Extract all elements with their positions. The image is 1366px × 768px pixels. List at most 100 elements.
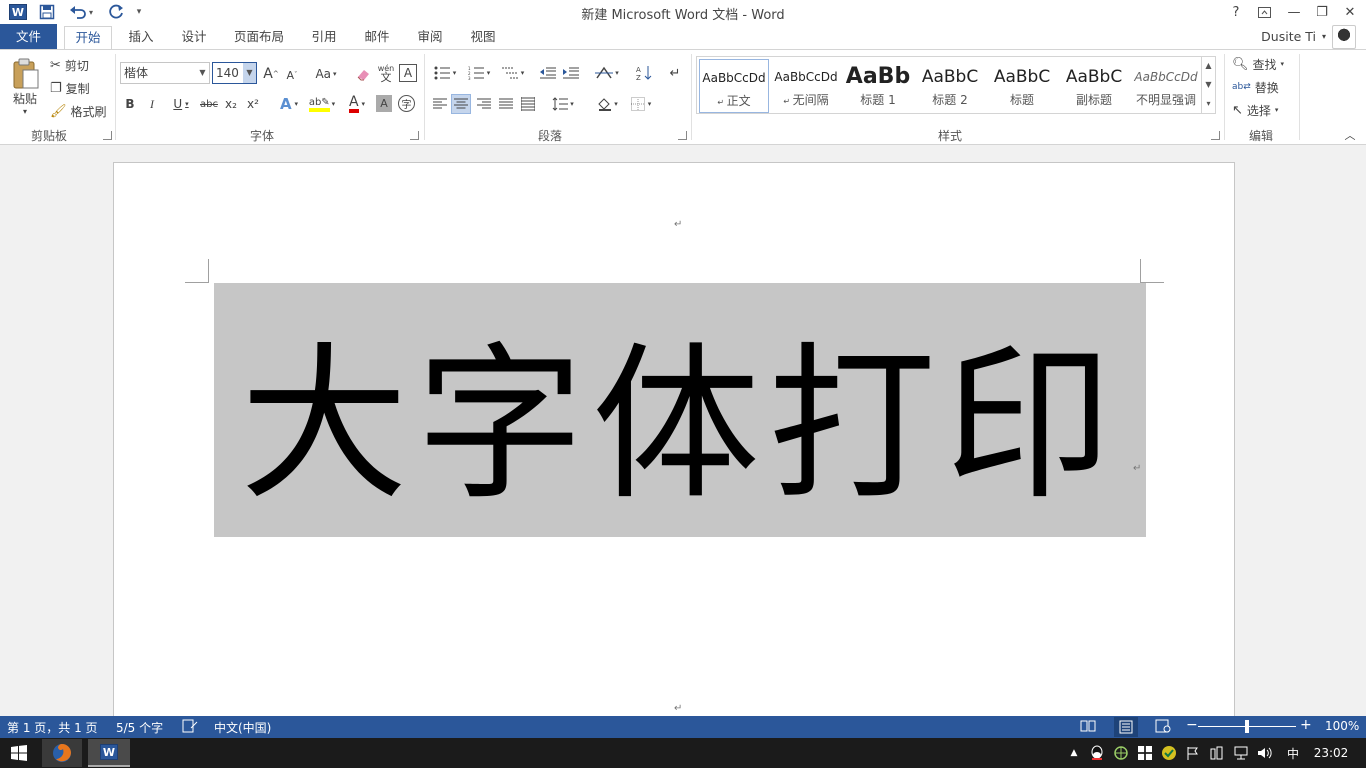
ribbon-display-options-icon[interactable] xyxy=(1250,0,1278,24)
style-no-spacing[interactable]: AaBbCcDd ↵ 无间隔 xyxy=(771,59,841,113)
chevron-down-icon[interactable]: ▼ xyxy=(243,63,256,83)
format-painter-button[interactable]: 🖌 格式刷 xyxy=(50,101,107,121)
style-normal[interactable]: AaBbCcDd ↵ 正文 xyxy=(699,59,769,113)
character-shading-icon[interactable]: A xyxy=(376,95,392,112)
align-center-icon[interactable] xyxy=(451,94,471,114)
phonetic-guide-button[interactable]: wén 文 xyxy=(376,62,396,84)
replace-button[interactable]: ab⇄ 替换 xyxy=(1232,77,1279,97)
user-account[interactable]: Dusite Ti ▾ xyxy=(1261,24,1356,49)
chevron-down-icon[interactable]: ▼ xyxy=(196,63,209,83)
clock[interactable]: 23:02 xyxy=(1308,738,1354,768)
document-text[interactable]: 大字体打印 xyxy=(214,283,1146,537)
document-page[interactable]: ↵ 大字体打印 ↵ ↵ xyxy=(113,162,1235,716)
proofing-icon[interactable] xyxy=(182,719,198,736)
zoom-out-button[interactable]: − xyxy=(1186,717,1198,733)
align-left-icon[interactable] xyxy=(430,95,450,113)
style-subtle-emphasis[interactable]: AaBbCcDd 不明显强调 xyxy=(1131,59,1201,113)
tab-page-layout[interactable]: 页面布局 xyxy=(226,26,292,49)
windows-start-icon[interactable] xyxy=(6,739,32,767)
numbering-button[interactable]: 1 2 3 ▾ xyxy=(464,64,494,82)
select-button[interactable]: ↖ 选择 ▾ xyxy=(1232,100,1278,120)
font-size-combo[interactable]: 140 ▼ xyxy=(212,62,257,84)
gallery-more-icon[interactable]: ▾ xyxy=(1201,95,1215,114)
copy-button[interactable]: ❐ 复制 xyxy=(50,78,90,98)
change-case-button[interactable]: Aa ▾ xyxy=(310,64,342,84)
clear-formatting-button[interactable] xyxy=(354,64,374,84)
cut-button[interactable]: ✂ 剪切 xyxy=(50,55,89,75)
tab-file[interactable]: 文件 xyxy=(0,24,57,49)
ime-indicator[interactable]: 中 xyxy=(1284,738,1302,768)
page-count[interactable]: 第 1 页，共 1 页 xyxy=(7,719,98,736)
chinese-layout-button[interactable]: ▾ xyxy=(592,64,622,82)
restore-button[interactable]: ❐ xyxy=(1308,0,1336,24)
flag-icon[interactable] xyxy=(1184,738,1202,768)
zoom-level[interactable]: 100% xyxy=(1325,719,1359,733)
tray-overflow-icon[interactable]: ▲ xyxy=(1068,738,1080,768)
zoom-in-button[interactable]: + xyxy=(1300,717,1312,733)
increase-indent-icon[interactable] xyxy=(561,64,581,82)
web-layout-icon[interactable] xyxy=(1155,719,1171,736)
sort-icon[interactable]: AZ xyxy=(634,64,654,82)
read-mode-icon[interactable] xyxy=(1080,719,1096,736)
shrink-font-button[interactable]: Aˇ xyxy=(284,66,300,84)
help-button[interactable]: ? xyxy=(1222,0,1250,24)
tab-design[interactable]: 设计 xyxy=(173,26,215,49)
show-paragraph-marks-icon[interactable]: ↵ xyxy=(666,64,684,82)
style-heading-1[interactable]: AaBb 标题 1 xyxy=(843,59,913,113)
network-icon[interactable] xyxy=(1232,738,1250,768)
qq-tray-icon[interactable] xyxy=(1088,738,1106,768)
minimize-button[interactable]: — xyxy=(1280,0,1308,24)
subscript-button[interactable]: x₂ xyxy=(222,95,240,113)
text-effects-button[interactable]: A ▾ xyxy=(275,95,303,113)
print-layout-icon[interactable] xyxy=(1114,717,1138,737)
align-right-icon[interactable] xyxy=(474,95,494,113)
superscript-button[interactable]: x² xyxy=(244,95,262,113)
line-spacing-button[interactable]: ▾ xyxy=(548,95,578,113)
zoom-slider-thumb[interactable] xyxy=(1245,720,1249,733)
font-name-combo[interactable]: 楷体 ▼ xyxy=(120,62,210,84)
grow-font-button[interactable]: A ^ xyxy=(262,64,280,84)
volume-icon[interactable] xyxy=(1256,738,1274,768)
windows-tray-icon[interactable] xyxy=(1136,738,1154,768)
find-button[interactable]: 🔍︎ 查找 ▾ xyxy=(1232,54,1284,74)
network-globe-tray-icon[interactable] xyxy=(1112,738,1130,768)
selected-text-block[interactable]: 大字体打印 xyxy=(214,283,1146,537)
borders-button[interactable]: ▾ xyxy=(626,95,656,113)
tab-view[interactable]: 视图 xyxy=(462,26,504,49)
language-indicator[interactable]: 中文(中国) xyxy=(214,719,271,736)
tab-mailings[interactable]: 邮件 xyxy=(356,26,398,49)
style-heading-2[interactable]: AaBbC 标题 2 xyxy=(915,59,985,113)
gallery-scroll-up-icon[interactable]: ▲ xyxy=(1201,57,1215,76)
tab-review[interactable]: 审阅 xyxy=(409,26,451,49)
word-taskbar-icon[interactable]: W xyxy=(88,739,130,767)
shading-button[interactable]: ▾ xyxy=(592,95,622,113)
enclose-characters-icon[interactable]: 字 xyxy=(398,95,415,112)
styles-launcher-icon[interactable] xyxy=(1211,131,1220,140)
word-count[interactable]: 5/5 个字 xyxy=(116,719,163,736)
collapse-ribbon-icon[interactable]: ︿ xyxy=(1342,128,1358,142)
decrease-indent-icon[interactable] xyxy=(538,64,558,82)
style-subtitle[interactable]: AaBbC 副标题 xyxy=(1059,59,1129,113)
firefox-taskbar-icon[interactable] xyxy=(42,739,82,767)
bold-button[interactable]: B xyxy=(122,95,138,113)
paragraph-launcher-icon[interactable] xyxy=(678,131,687,140)
justify-icon[interactable] xyxy=(496,95,516,113)
style-title[interactable]: AaBbC 标题 xyxy=(987,59,1057,113)
security-tray-icon[interactable] xyxy=(1160,738,1178,768)
power-battery-icon[interactable] xyxy=(1208,738,1226,768)
underline-button[interactable]: U ▾ xyxy=(166,95,196,113)
strikethrough-button[interactable]: abc xyxy=(199,95,219,113)
font-color-button[interactable]: A ▾ xyxy=(342,94,372,114)
font-launcher-icon[interactable] xyxy=(410,131,419,140)
clipboard-launcher-icon[interactable] xyxy=(103,131,112,140)
distributed-icon[interactable] xyxy=(518,95,538,113)
bullets-button[interactable]: ▾ xyxy=(430,64,460,82)
italic-button[interactable]: I xyxy=(144,95,160,113)
highlight-color-button[interactable]: ab✎ ▾ xyxy=(306,94,338,114)
character-border-icon[interactable]: A xyxy=(399,64,417,82)
tab-insert[interactable]: 插入 xyxy=(120,26,162,49)
tab-home[interactable]: 开始 xyxy=(64,26,112,49)
tab-references[interactable]: 引用 xyxy=(303,26,345,49)
paste-button[interactable]: 粘贴 ▾ xyxy=(6,54,44,120)
multilevel-list-button[interactable]: ▾ xyxy=(498,64,528,82)
